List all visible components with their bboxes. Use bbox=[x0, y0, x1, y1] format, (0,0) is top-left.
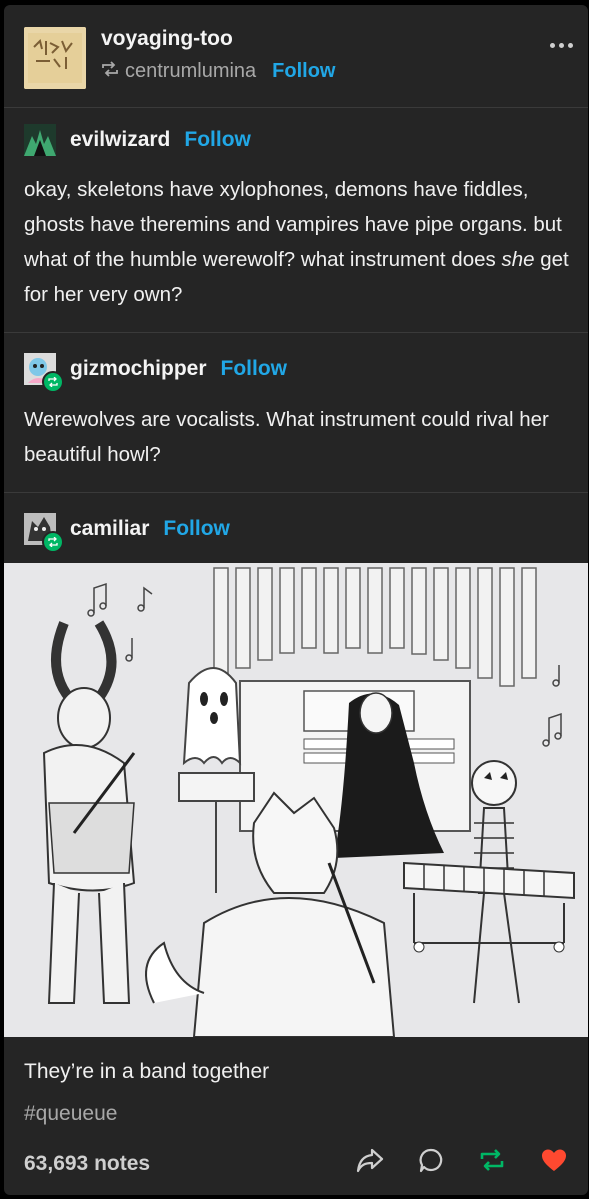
more-icon[interactable] bbox=[550, 43, 574, 51]
reply-icon[interactable] bbox=[418, 1147, 444, 1173]
follow-button[interactable]: Follow bbox=[272, 60, 335, 83]
reblog-source: centrumlumina Follow bbox=[101, 60, 336, 83]
trail-header: camiliar Follow bbox=[24, 513, 230, 553]
trail-text: Werewolves are vocalists. What instrumen… bbox=[24, 408, 549, 466]
trail-header: gizmochipper Follow bbox=[24, 353, 288, 393]
divider bbox=[4, 332, 588, 333]
post-caption: They’re in a band together bbox=[24, 1060, 270, 1083]
trail-avatar[interactable] bbox=[24, 124, 56, 156]
trail-blog-name[interactable]: evilwizard bbox=[70, 128, 170, 152]
trail-avatar[interactable] bbox=[24, 353, 64, 393]
trail-text: okay, skeletons have xylophones, demons … bbox=[24, 172, 574, 312]
notes-count[interactable]: 63,693 notes bbox=[24, 1152, 150, 1176]
post-card: voyaging-too centrumlumina Follow evilwi… bbox=[4, 5, 588, 1195]
blog-avatar[interactable] bbox=[24, 27, 86, 89]
trail-avatar[interactable] bbox=[24, 513, 64, 553]
follow-button[interactable]: Follow bbox=[184, 128, 251, 152]
divider bbox=[4, 107, 588, 108]
share-icon[interactable] bbox=[356, 1147, 384, 1173]
follow-button[interactable]: Follow bbox=[163, 517, 230, 541]
follow-button[interactable]: Follow bbox=[221, 357, 288, 381]
heart-icon[interactable] bbox=[540, 1147, 568, 1173]
reblog-badge-icon bbox=[42, 371, 64, 393]
emphasis-text: she bbox=[501, 248, 535, 271]
post-actions bbox=[356, 1147, 568, 1173]
blog-name[interactable]: voyaging-too bbox=[101, 27, 233, 51]
post-tag[interactable]: #queueue bbox=[24, 1102, 117, 1126]
reblog-source-name[interactable]: centrumlumina bbox=[125, 60, 256, 83]
reblog-icon[interactable] bbox=[478, 1147, 506, 1173]
band-illustration[interactable] bbox=[4, 563, 588, 1038]
divider bbox=[4, 492, 588, 493]
trail-header: evilwizard Follow bbox=[24, 124, 251, 156]
reblog-small-icon bbox=[101, 60, 119, 83]
post-header: voyaging-too centrumlumina Follow bbox=[4, 5, 588, 107]
trail-blog-name[interactable]: camiliar bbox=[70, 517, 149, 541]
reblog-badge-icon bbox=[42, 531, 64, 553]
text-part: okay, skeletons have xylophones, demons … bbox=[24, 178, 562, 271]
trail-blog-name[interactable]: gizmochipper bbox=[70, 357, 207, 381]
